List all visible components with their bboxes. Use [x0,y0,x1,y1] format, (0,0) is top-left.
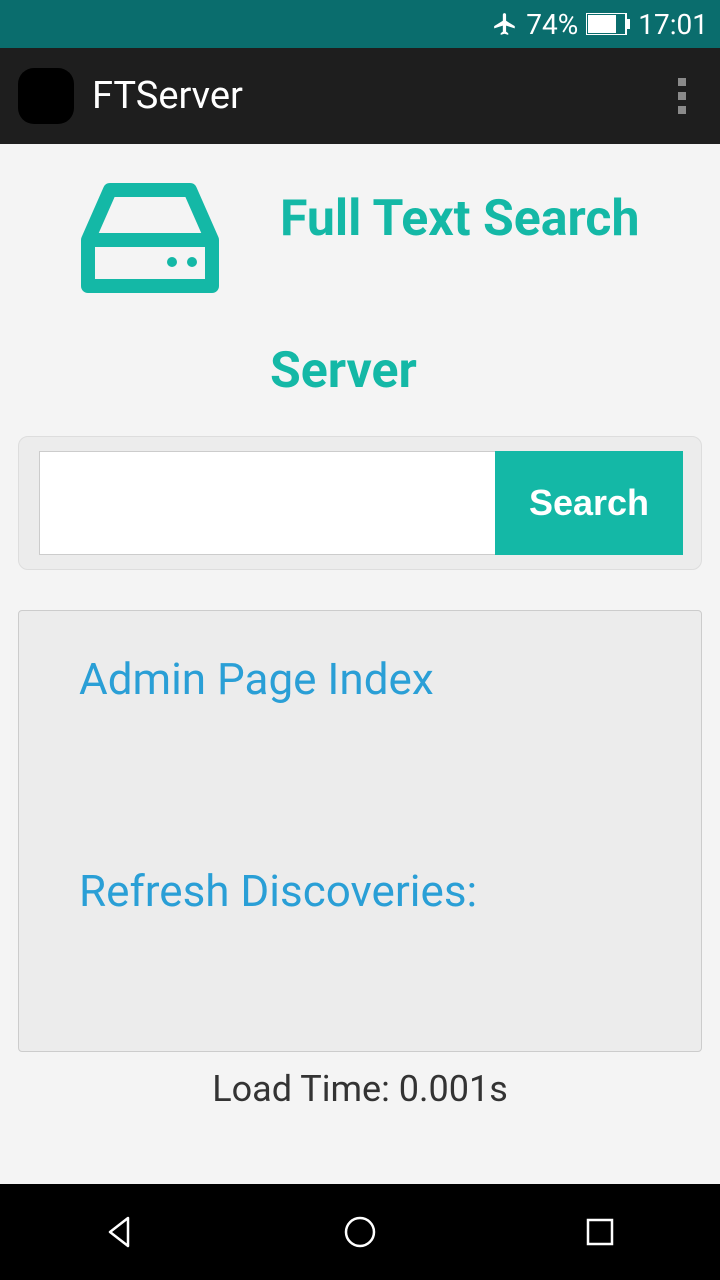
airplane-mode-icon [492,11,518,37]
overflow-menu-button[interactable] [662,76,702,116]
app-icon [18,68,74,124]
status-bar: 74% 17:01 [0,0,720,48]
recent-apps-button[interactable] [560,1202,640,1262]
search-button[interactable]: Search [495,451,683,555]
clock: 17:01 [638,8,708,41]
refresh-discoveries-link[interactable]: Refresh Discoveries: [79,865,641,917]
back-button[interactable] [80,1202,160,1262]
load-time-text: Load Time: 0.001s [0,1068,720,1110]
page-title-line2: Server [0,342,720,400]
action-bar: FTServer [0,48,720,144]
search-input[interactable] [39,451,495,555]
app-title: FTServer [92,74,662,118]
search-card: Search [18,436,702,570]
server-icon [80,180,220,304]
navigation-bar [0,1184,720,1280]
admin-page-link[interactable]: Admin Page Index [79,653,641,705]
battery-icon [586,13,630,35]
links-card: Admin Page Index Refresh Discoveries: [18,610,702,1052]
home-button[interactable] [320,1202,400,1262]
main-content: Full Text Search Server Search Admin Pag… [0,144,720,1110]
page-title-line1: Full Text Search [280,180,639,251]
battery-percent: 74% [526,8,578,41]
